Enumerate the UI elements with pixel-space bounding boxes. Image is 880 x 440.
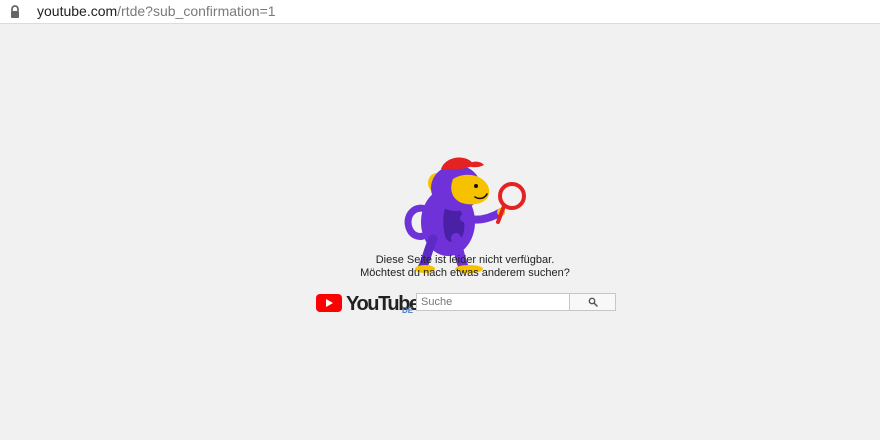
lock-icon [8, 4, 22, 20]
unavailable-message: Diese Seite ist leider nicht verfügbar. … [330, 254, 600, 280]
search-input[interactable] [416, 293, 570, 311]
url-path: /rtde?sub_confirmation=1 [117, 3, 276, 19]
play-triangle-icon [326, 299, 333, 307]
monkey-eye [474, 184, 478, 188]
search-button[interactable] [570, 293, 616, 311]
country-code: DE [402, 306, 414, 315]
monkey-face [451, 174, 490, 205]
url-host: youtube.com [37, 3, 118, 19]
address-url[interactable]: youtube.com/rtde?sub_confirmation=1 [37, 3, 276, 19]
youtube-play-icon [316, 294, 342, 312]
search-icon [588, 297, 598, 307]
magnifier-handle [496, 204, 506, 224]
monkey-illustration [404, 157, 526, 273]
message-line-2: Möchtest du nach etwas anderem suchen? [360, 267, 570, 279]
browser-address-bar[interactable]: youtube.com/rtde?sub_confirmation=1 [0, 0, 880, 24]
message-line-1: Diese Seite ist leider nicht verfügbar. [375, 254, 555, 266]
youtube-logo[interactable]: YouTube DE [316, 292, 420, 316]
